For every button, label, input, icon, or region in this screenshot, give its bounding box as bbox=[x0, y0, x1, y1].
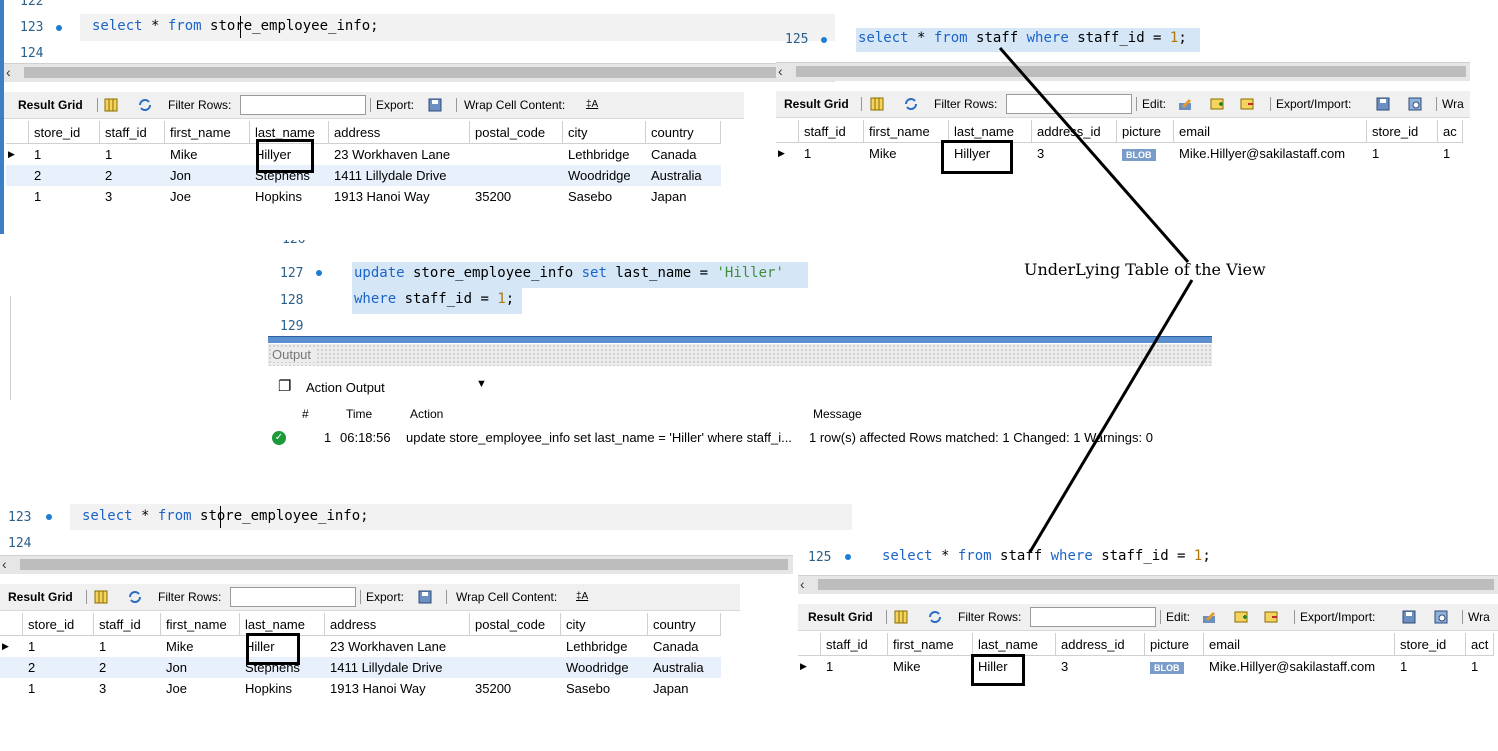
annotation-arrows bbox=[998, 47, 1194, 553]
annotation-line-top bbox=[998, 47, 1190, 263]
annotation-line-bottom bbox=[1028, 279, 1194, 553]
